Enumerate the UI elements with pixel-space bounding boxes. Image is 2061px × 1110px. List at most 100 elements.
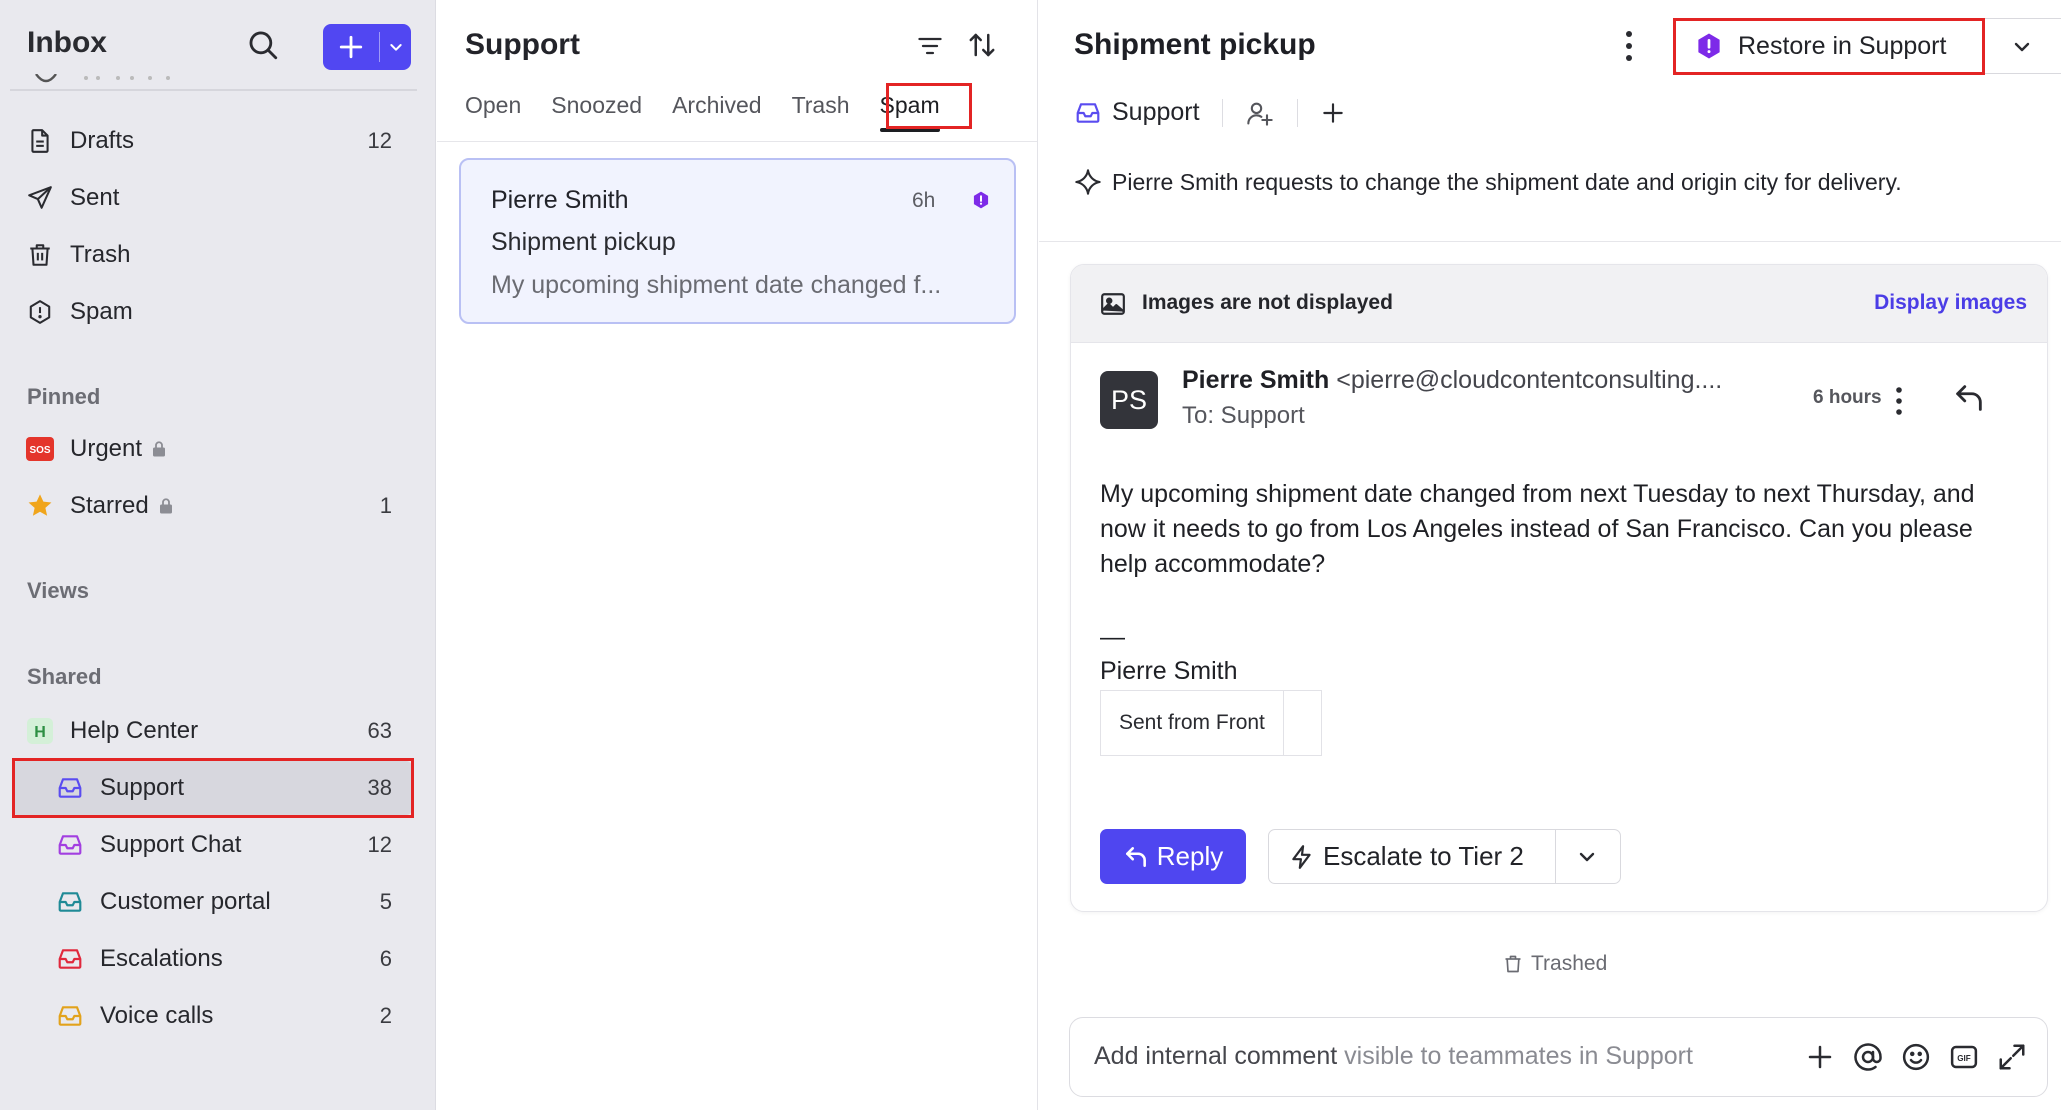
highlight-spam-tab <box>886 83 972 129</box>
sender-email: <pierre@cloudcontentconsulting.... <box>1336 366 1723 394</box>
message-body: My upcoming shipment date changed from n… <box>1100 480 1975 578</box>
section-views: Views <box>27 578 89 603</box>
lock-icon <box>150 439 168 459</box>
sidebar-item-count: 1 <box>379 493 392 518</box>
inbox-tray-icon <box>52 1003 88 1029</box>
message-more-icon[interactable] <box>1891 383 1907 419</box>
sidebar-item-label: Starred <box>70 492 149 519</box>
sidebar-item-label: Drafts <box>70 127 135 154</box>
comment-placeholder-soft: visible to teammates in Support <box>1337 1042 1693 1070</box>
detail-divider <box>1039 241 2061 242</box>
reply-button[interactable]: Reply <box>1100 829 1246 884</box>
reply-arrow-icon[interactable] <box>1951 381 1987 415</box>
assign-user-icon[interactable] <box>1245 99 1275 127</box>
sidebar-item-label: Customer portal <box>100 888 271 915</box>
svg-text:H: H <box>34 724 46 741</box>
sent-from-text: Sent from Front <box>1100 690 1284 756</box>
tab-snoozed[interactable]: Snoozed <box>551 90 642 130</box>
more-vertical-icon[interactable] <box>1621 26 1637 66</box>
summary-text: Pierre Smith requests to change the ship… <box>1112 168 1902 195</box>
spam-flag-icon <box>971 190 991 210</box>
sidebar-item-trash[interactable]: Trash <box>12 228 412 282</box>
conversation-list-pane: Support Open Snoozed Archived Trash Spam… <box>437 0 1038 1110</box>
chevron-down-icon[interactable] <box>380 24 411 70</box>
list-divider <box>437 141 1037 142</box>
images-notice: Images are not displayed <box>1142 291 1393 314</box>
send-icon <box>22 185 58 211</box>
sidebar-item-label: Urgent <box>70 435 143 462</box>
filter-icon[interactable] <box>915 32 945 60</box>
images-notice-bar: Images are not displayed Display images <box>1071 265 2047 343</box>
tab-trash[interactable]: Trash <box>792 90 850 130</box>
sidebar-item-voice-calls[interactable]: Voice calls 2 <box>12 989 412 1043</box>
sidebar-item-label: Escalations <box>100 945 223 972</box>
tab-open[interactable]: Open <box>465 90 521 130</box>
sos-icon: SOS <box>22 436 58 462</box>
sidebar-item-urgent[interactable]: SOS Urgent <box>12 422 412 476</box>
inbox-tray-icon <box>52 832 88 858</box>
reply-label: Reply <box>1156 841 1224 871</box>
compose-button[interactable] <box>323 24 411 70</box>
conversation-subject: Shipment pickup <box>491 228 676 256</box>
signature-dash: — <box>1100 623 1125 651</box>
svg-text:SOS: SOS <box>29 445 50 456</box>
conversation-preview: My upcoming shipment date changed f... <box>491 271 942 299</box>
lock-icon <box>157 496 175 516</box>
star-icon <box>22 492 58 520</box>
trashed-status: Trashed <box>1503 952 1607 976</box>
sidebar-item-sent[interactable]: Sent <box>12 171 412 225</box>
inbox-tray-icon <box>52 946 88 972</box>
sidebar-item-count: 12 <box>367 128 392 153</box>
comment-input[interactable]: Add internal comment visible to teammate… <box>1069 1017 2048 1097</box>
add-tag-icon[interactable] <box>1320 100 1346 126</box>
escalate-divider <box>1555 829 1556 884</box>
message-recipient: To: Support <box>1182 402 1305 429</box>
sort-icon[interactable] <box>967 30 997 60</box>
highlight-support <box>12 758 414 818</box>
sidebar-item-label: Trash <box>70 241 131 268</box>
display-images-link[interactable]: Display images <box>1874 291 2027 315</box>
sidebar-item-label: Spam <box>70 298 133 325</box>
escalate-label: Escalate to Tier 2 <box>1323 841 1524 871</box>
sidebar-item-label: Support Chat <box>100 831 242 858</box>
conversation-sender: Pierre Smith <box>491 186 629 214</box>
sidebar-item-escalations[interactable]: Escalations 6 <box>12 932 412 986</box>
list-item[interactable]: Pierre Smith 6h Shipment pickup My upcom… <box>459 158 1016 324</box>
plus-icon[interactable] <box>1805 1042 1835 1072</box>
sidebar-item-support-chat[interactable]: Support Chat 12 <box>12 818 412 872</box>
sidebar-divider <box>10 89 417 91</box>
sidebar-item-label: Voice calls <box>100 1002 214 1029</box>
spam-icon <box>22 299 58 325</box>
comment-toolbar: GIF <box>1805 1042 2027 1072</box>
sidebar-item-help-center[interactable]: H Help Center 63 <box>12 704 412 758</box>
trashed-label: Trashed <box>1531 952 1608 975</box>
sidebar-item-spam[interactable]: Spam <box>12 285 412 339</box>
sidebar-item-count: 5 <box>379 889 392 914</box>
mention-icon[interactable] <box>1853 1042 1883 1072</box>
search-icon[interactable] <box>246 28 280 62</box>
sidebar-item-customer-portal[interactable]: Customer portal 5 <box>12 875 412 929</box>
plus-icon[interactable] <box>323 24 379 70</box>
sender-name: Pierre Smith <box>1182 366 1330 394</box>
expand-icon[interactable] <box>1997 1042 2027 1072</box>
list-title: Support <box>465 28 580 61</box>
message-time: 6 hours <box>1813 387 1882 408</box>
chip-divider <box>1296 98 1298 127</box>
tab-archived[interactable]: Archived <box>672 90 761 130</box>
chevron-down-icon[interactable] <box>1575 845 1599 869</box>
trash-icon <box>1505 955 1521 973</box>
sidebar-item-label: Sent <box>70 184 120 211</box>
image-icon <box>1099 291 1127 317</box>
escalate-button[interactable]: Escalate to Tier 2 <box>1269 841 1555 872</box>
sidebar-item-drafts[interactable]: Drafts 12 <box>12 114 412 168</box>
sidebar-item-count: 12 <box>367 832 392 857</box>
sidebar-item-label: Help Center <box>70 717 199 744</box>
sidebar-item-starred[interactable]: Starred 1 <box>12 479 412 533</box>
sidebar-title: Inbox <box>27 26 107 59</box>
gif-icon[interactable]: GIF <box>1949 1042 1979 1072</box>
chevron-down-icon[interactable] <box>2010 35 2034 59</box>
emoji-icon[interactable] <box>1901 1042 1931 1072</box>
inbox-chip-label: Support <box>1112 98 1200 126</box>
comment-placeholder-main: Add internal comment <box>1094 1042 1338 1070</box>
inbox-chip[interactable]: Support <box>1074 98 1200 127</box>
